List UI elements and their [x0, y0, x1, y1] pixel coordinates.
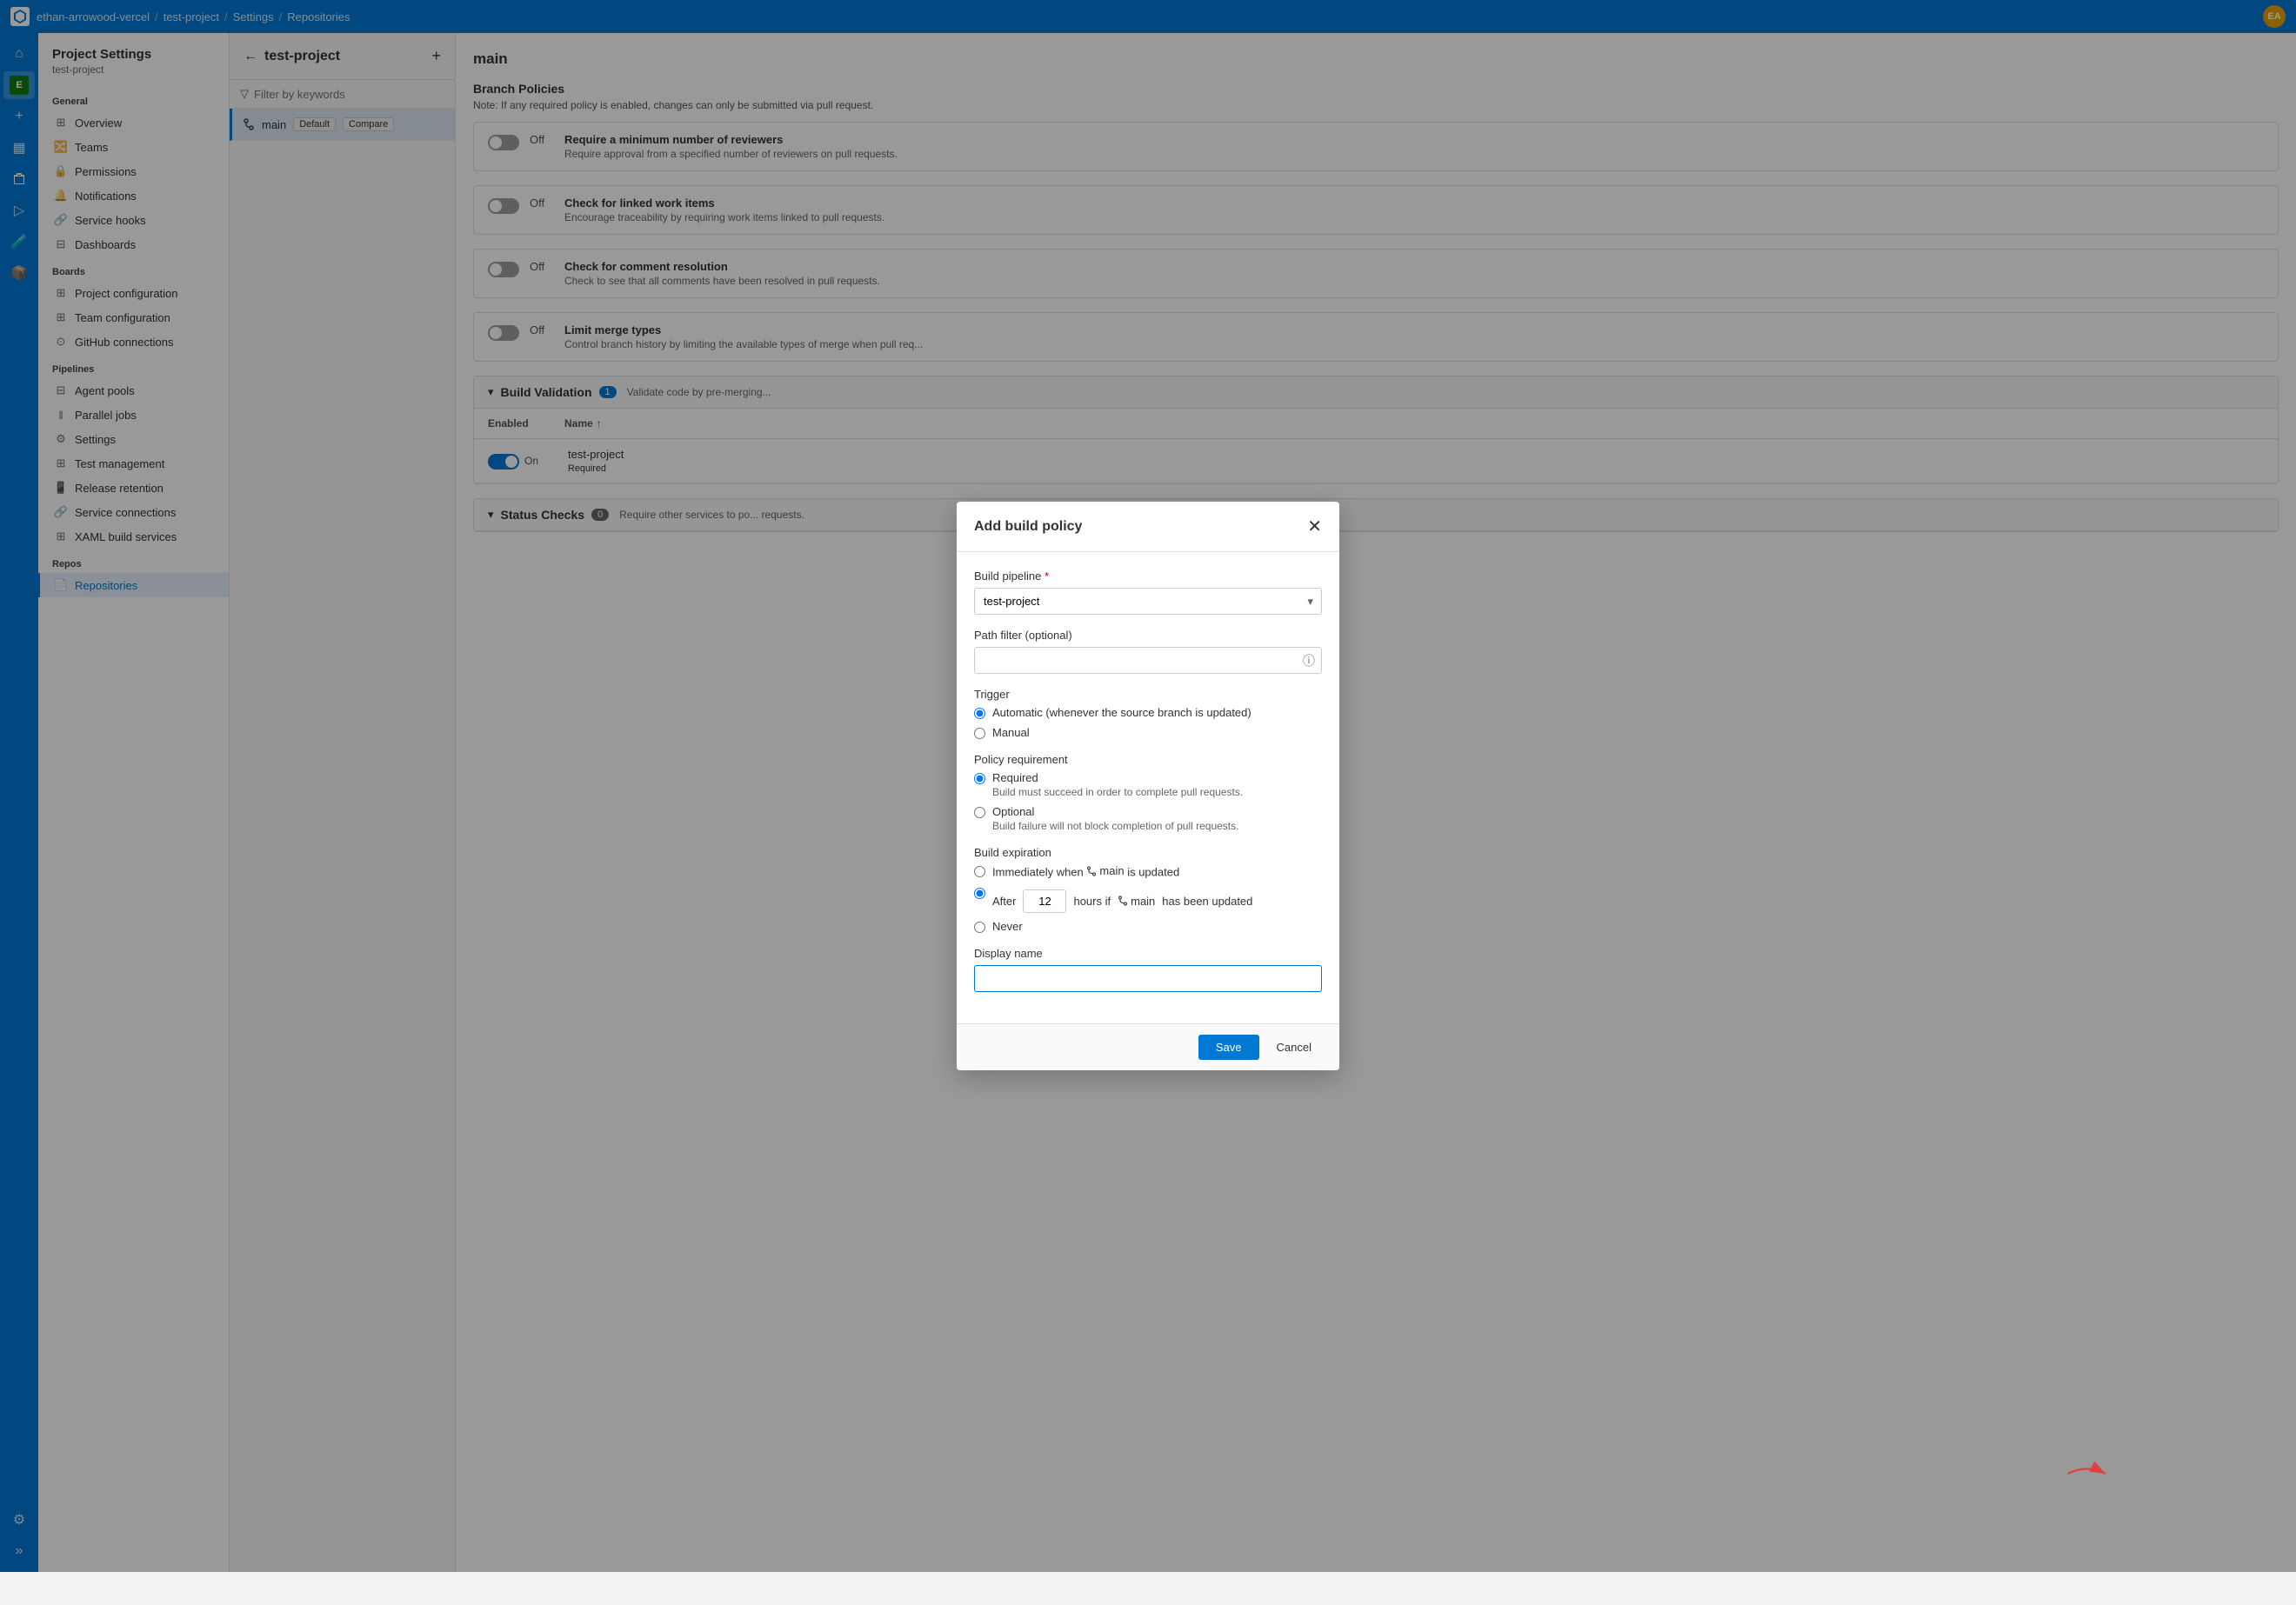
build-pipeline-label: Build pipeline *: [974, 569, 1322, 583]
exp-branch-ref-2: main: [1118, 895, 1155, 908]
exp-branch-ref-1: main: [1086, 864, 1124, 877]
trigger-manual-label[interactable]: Manual: [974, 726, 1322, 739]
modal-footer: Save Cancel: [957, 1023, 1339, 1070]
exp-after-radio[interactable]: [974, 888, 985, 899]
path-filter-input[interactable]: [974, 647, 1322, 674]
modal-header: Add build policy ✕: [957, 502, 1339, 552]
modal-body: Build pipeline * test-project Path filte…: [957, 552, 1339, 1023]
build-expiration-radio-group: Immediately when main is updated After: [974, 864, 1322, 933]
req-optional-desc: Build failure will not block completion …: [992, 820, 1238, 832]
path-filter-label: Path filter (optional): [974, 629, 1322, 642]
exp-never-label[interactable]: Never: [974, 920, 1322, 933]
exp-immediately-radio[interactable]: [974, 866, 985, 877]
policy-requirement-group: Policy requirement Required Build must s…: [974, 753, 1322, 832]
build-pipeline-select[interactable]: test-project: [974, 588, 1322, 615]
req-optional-label[interactable]: Optional Build failure will not block co…: [974, 805, 1322, 832]
build-pipeline-select-wrapper: test-project: [974, 588, 1322, 615]
trigger-manual-radio[interactable]: [974, 728, 985, 739]
add-build-policy-modal: Add build policy ✕ Build pipeline * test…: [957, 502, 1339, 1070]
trigger-automatic-text: Automatic (whenever the source branch is…: [992, 706, 1251, 719]
policy-requirement-radio-group: Required Build must succeed in order to …: [974, 771, 1322, 832]
display-name-label: Display name: [974, 947, 1322, 960]
required-asterisk: *: [1045, 569, 1049, 583]
trigger-group: Trigger Automatic (whenever the source b…: [974, 688, 1322, 739]
exp-immediately-label[interactable]: Immediately when main is updated: [974, 864, 1322, 879]
build-expiration-label: Build expiration: [974, 846, 1322, 859]
req-required-text: Required: [992, 771, 1243, 784]
exp-after-label[interactable]: After hours if main has been updated: [974, 886, 1322, 913]
req-required-desc: Build must succeed in order to complete …: [992, 786, 1243, 798]
trigger-automatic-label[interactable]: Automatic (whenever the source branch is…: [974, 706, 1322, 719]
policy-requirement-label: Policy requirement: [974, 753, 1322, 766]
display-name-group: Display name: [974, 947, 1322, 992]
path-filter-group: Path filter (optional) ⓘ: [974, 629, 1322, 674]
build-pipeline-group: Build pipeline * test-project: [974, 569, 1322, 615]
trigger-manual-text: Manual: [992, 726, 1030, 739]
trigger-radio-group: Automatic (whenever the source branch is…: [974, 706, 1322, 739]
display-name-input[interactable]: [974, 965, 1322, 992]
save-button[interactable]: Save: [1198, 1035, 1259, 1060]
arrow-indicator: [2061, 1456, 2113, 1494]
exp-never-radio[interactable]: [974, 922, 985, 933]
trigger-label: Trigger: [974, 688, 1322, 701]
req-optional-text: Optional: [992, 805, 1238, 818]
trigger-automatic-radio[interactable]: [974, 708, 985, 719]
hours-input[interactable]: [1023, 889, 1066, 913]
req-optional-radio[interactable]: [974, 807, 985, 818]
modal-overlay: Add build policy ✕ Build pipeline * test…: [0, 0, 2296, 1572]
modal-title: Add build policy: [974, 519, 1082, 535]
info-icon[interactable]: ⓘ: [1303, 652, 1315, 669]
build-expiration-group: Build expiration Immediately when main i…: [974, 846, 1322, 933]
modal-close-button[interactable]: ✕: [1307, 516, 1322, 537]
req-required-label[interactable]: Required Build must succeed in order to …: [974, 771, 1322, 798]
req-required-radio[interactable]: [974, 773, 985, 784]
exp-never-text: Never: [992, 920, 1023, 933]
cancel-button[interactable]: Cancel: [1266, 1035, 1322, 1060]
